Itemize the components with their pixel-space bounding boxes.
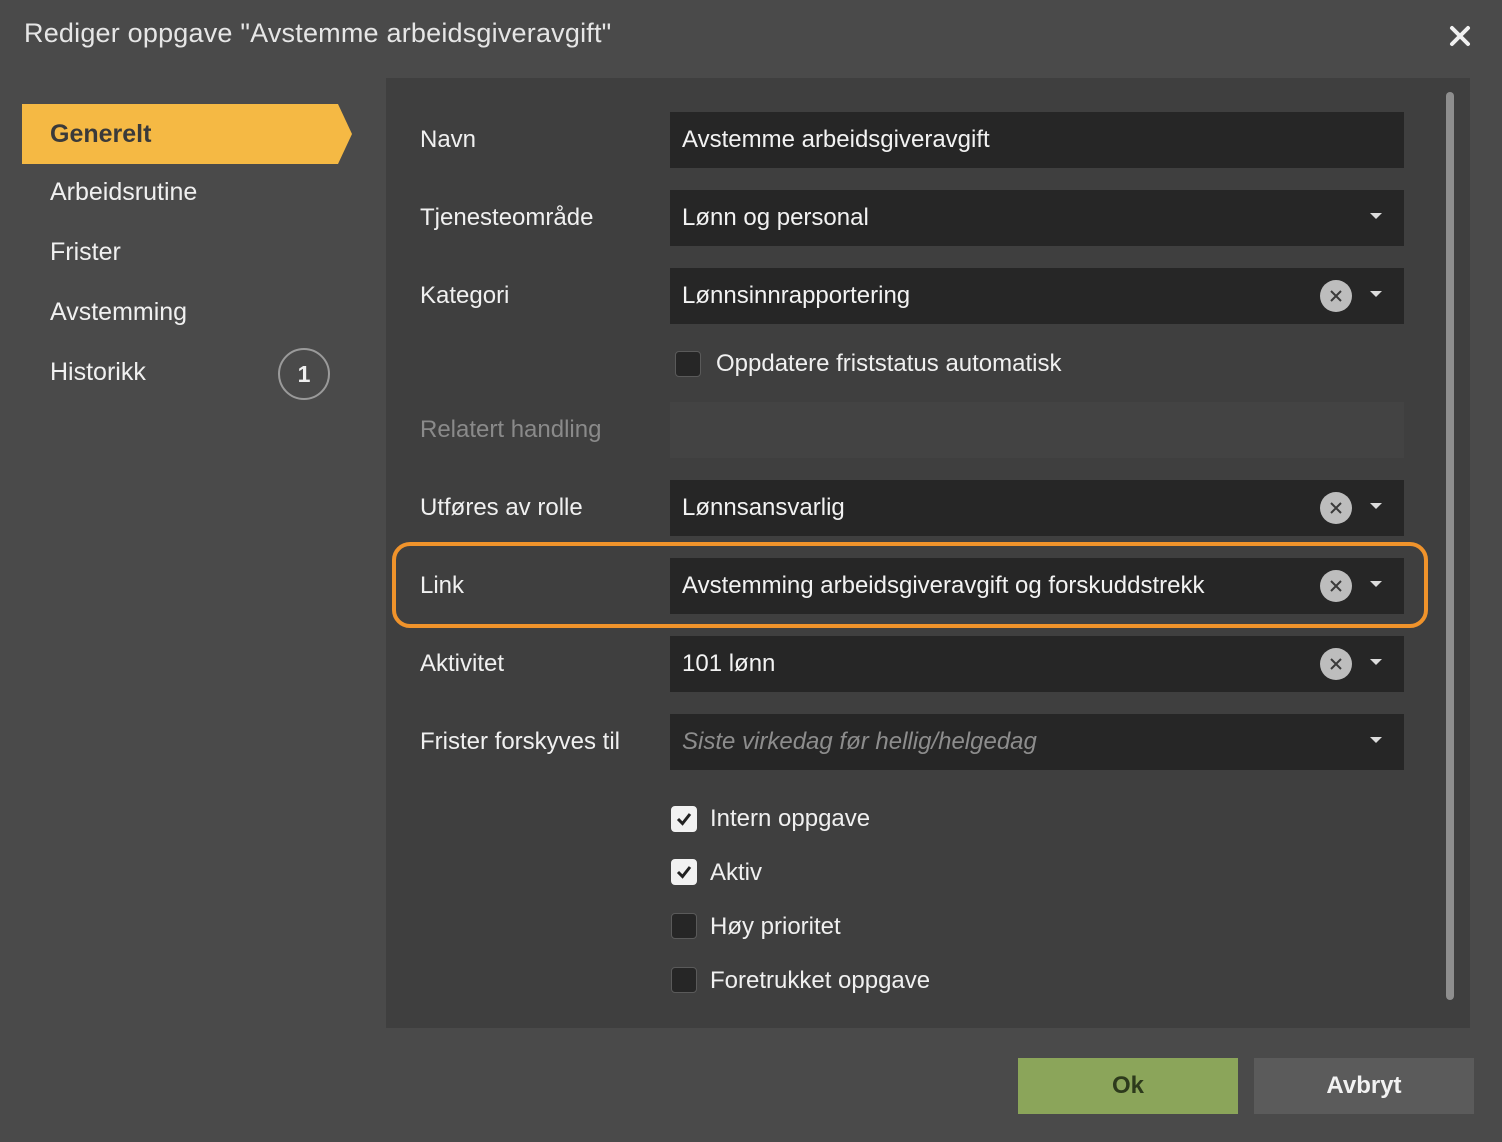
sidebar-item-frister[interactable]: Frister: [22, 222, 352, 282]
clear-icon[interactable]: [1320, 648, 1352, 680]
aktivitet-select[interactable]: 101 lønn: [670, 636, 1404, 692]
sidebar-item-label: Frister: [50, 237, 121, 266]
aktivitet-label: Aktivitet: [420, 650, 505, 677]
utfores-av-rolle-label: Utføres av rolle: [420, 494, 583, 521]
foretrukket-oppgave-label: Foretrukket oppgave: [710, 967, 931, 994]
frister-forskyves-select[interactable]: Siste virkedag før hellig/helgedag: [670, 714, 1404, 770]
foretrukket-oppgave-checkbox[interactable]: [671, 967, 697, 993]
frister-forskyves-label: Frister forskyves til: [420, 728, 621, 755]
oppdatere-friststatus-label: Oppdatere friststatus automatisk: [716, 350, 1062, 377]
check-icon: [676, 866, 692, 879]
check-icon: [676, 813, 692, 826]
frister-forskyves-placeholder: Siste virkedag før hellig/helgedag: [682, 728, 1037, 755]
sidebar-item-avstemming[interactable]: Avstemming: [22, 282, 352, 342]
navn-value: Avstemme arbeidsgiveravgift: [682, 126, 990, 153]
chevron-down-icon[interactable]: [1370, 581, 1382, 587]
tjenesteomrade-value: Lønn og personal: [682, 204, 869, 231]
kategori-select[interactable]: Lønnsinnrapportering: [670, 268, 1404, 324]
ok-button[interactable]: Ok: [1018, 1058, 1238, 1114]
hoy-prioritet-checkbox[interactable]: [671, 913, 697, 939]
aktiv-checkbox[interactable]: [671, 859, 697, 885]
chevron-down-icon[interactable]: [1370, 659, 1382, 665]
sidebar-item-arbeidsrutine[interactable]: Arbeidsrutine: [22, 162, 352, 222]
sidebar-item-label: Generelt: [50, 119, 152, 148]
chevron-down-icon[interactable]: [1370, 503, 1382, 509]
intern-oppgave-checkbox[interactable]: [671, 806, 697, 832]
close-icon: [1450, 26, 1470, 46]
intern-oppgave-label: Intern oppgave: [710, 805, 871, 832]
hoy-prioritet-label: Høy prioritet: [710, 913, 841, 940]
chevron-down-icon[interactable]: [1370, 737, 1382, 743]
tjenesteomrade-label: Tjenesteområde: [420, 204, 594, 231]
aktivitet-value: 101 lønn: [682, 650, 776, 677]
clear-icon[interactable]: [1320, 280, 1352, 312]
scrollbar[interactable]: [1446, 92, 1454, 1000]
close-button[interactable]: [1444, 20, 1476, 52]
clear-icon[interactable]: [1320, 570, 1352, 602]
navn-label: Navn: [420, 126, 477, 153]
relatert-handling-input: [670, 402, 1404, 458]
sidebar-item-label: Historikk: [50, 357, 146, 386]
chevron-down-icon[interactable]: [1370, 213, 1382, 219]
kategori-label: Kategori: [420, 282, 510, 309]
relatert-handling-label: Relatert handling: [420, 416, 602, 443]
oppdatere-friststatus-checkbox[interactable]: [675, 351, 701, 377]
navn-input[interactable]: Avstemme arbeidsgiveravgift: [670, 112, 1404, 168]
dialog-title: Rediger oppgave "Avstemme arbeidsgiverav…: [24, 18, 612, 48]
chevron-down-icon[interactable]: [1370, 291, 1382, 297]
clear-icon[interactable]: [1320, 492, 1352, 524]
sidebar-item-label: Avstemming: [50, 297, 188, 326]
sidebar-item-generelt[interactable]: Generelt: [22, 104, 352, 164]
aktiv-label: Aktiv: [710, 859, 763, 886]
link-select[interactable]: Avstemming arbeidsgiveravgift og forskud…: [670, 558, 1404, 614]
link-value: Avstemming arbeidsgiveravgift og forskud…: [682, 572, 1205, 599]
cancel-button[interactable]: Avbryt: [1254, 1058, 1474, 1114]
link-label: Link: [420, 572, 465, 599]
sidebar-item-label: Arbeidsrutine: [50, 177, 198, 206]
kategori-value: Lønnsinnrapportering: [682, 282, 911, 309]
tjenesteomrade-select[interactable]: Lønn og personal: [670, 190, 1404, 246]
utfores-av-rolle-value: Lønnsansvarlig: [682, 494, 845, 521]
historikk-count-badge: 1: [278, 348, 330, 400]
utfores-av-rolle-select[interactable]: Lønnsansvarlig: [670, 480, 1404, 536]
